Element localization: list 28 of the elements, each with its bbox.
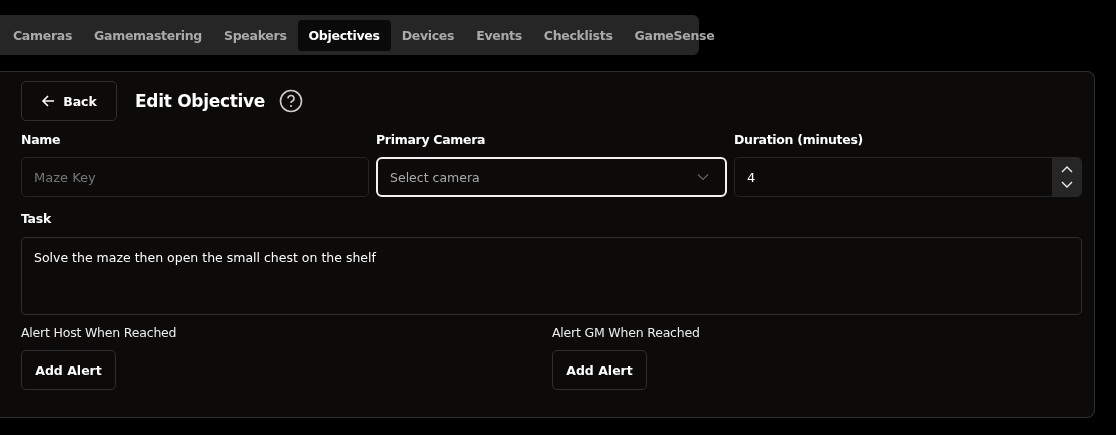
add-alert-button[interactable]: Add Alert xyxy=(21,350,116,390)
field-label: Duration (minutes) xyxy=(734,132,864,147)
alert-label: Alert Host When Reached xyxy=(21,325,177,340)
tab[interactable]: Speakers xyxy=(213,19,298,51)
chevron-down-icon xyxy=(697,173,709,181)
camera-select[interactable]: Select camera xyxy=(376,157,727,197)
tab[interactable]: Cameras xyxy=(2,19,84,51)
alert-label: Alert GM When Reached xyxy=(552,325,700,340)
page-title: Edit Objective xyxy=(135,91,266,111)
tab[interactable]: GameSense xyxy=(623,19,726,51)
tab[interactable]: Events xyxy=(465,19,533,51)
field-label: Task xyxy=(21,211,52,226)
spinner[interactable] xyxy=(1052,158,1081,196)
tab[interactable]: Objectives xyxy=(297,19,391,51)
tab[interactable]: Gamemastering xyxy=(83,19,213,51)
help-icon[interactable] xyxy=(279,89,304,113)
field-label: Name xyxy=(21,132,62,147)
chevron-down-icon[interactable] xyxy=(1059,180,1074,190)
field-label: Primary Camera xyxy=(376,132,487,147)
duration-field[interactable]: 4 xyxy=(734,157,1082,197)
tab[interactable]: Devices xyxy=(390,19,466,51)
chevron-up-icon[interactable] xyxy=(1059,164,1074,174)
name-field[interactable]: Maze Key xyxy=(21,157,369,197)
back-button[interactable]: Back xyxy=(21,81,117,121)
arrow-left-icon xyxy=(41,94,56,108)
task-textarea[interactable]: Solve the maze then open the small chest on the shelf xyxy=(21,237,1082,315)
tab[interactable]: Checklists xyxy=(532,19,624,51)
add-alert-button[interactable]: Add Alert xyxy=(552,350,647,390)
